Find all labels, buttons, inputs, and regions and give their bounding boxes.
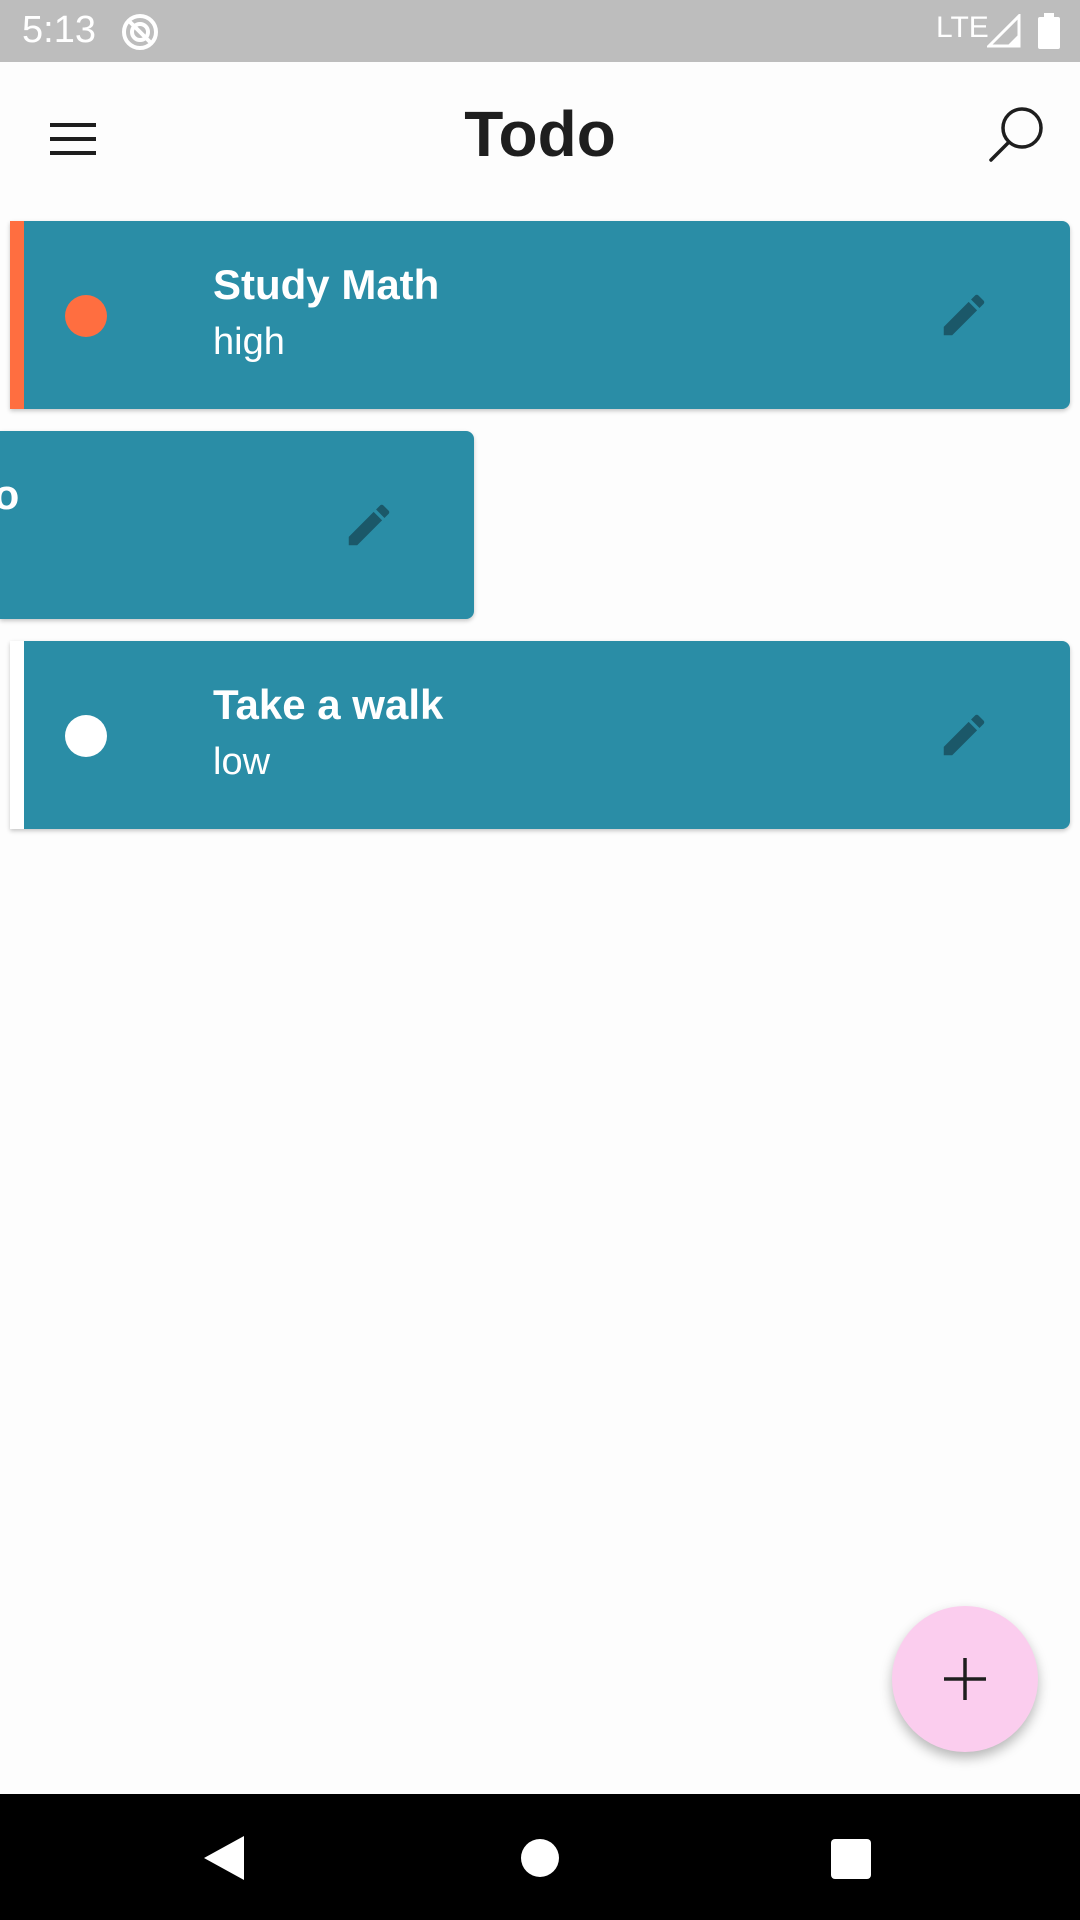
search-icon[interactable] xyxy=(982,102,1048,168)
sync-icon xyxy=(122,14,158,50)
page-title: Todo xyxy=(464,98,616,170)
navigation-bar xyxy=(0,1794,1080,1920)
todo-item[interactable]: io xyxy=(0,431,474,619)
home-icon[interactable] xyxy=(521,1839,559,1877)
priority-dot xyxy=(65,715,107,757)
status-bar: 5:13 LTE xyxy=(0,0,1080,62)
add-todo-button[interactable] xyxy=(892,1606,1038,1752)
edit-icon[interactable] xyxy=(937,708,991,762)
network-type: LTE xyxy=(936,11,989,44)
signal-icon xyxy=(987,14,1021,48)
todo-item[interactable]: Study Math high xyxy=(10,221,1070,409)
edit-icon[interactable] xyxy=(342,498,396,552)
back-icon[interactable] xyxy=(204,1836,246,1880)
battery-icon xyxy=(1038,13,1060,49)
app-bar: Todo xyxy=(0,62,1080,210)
edit-icon[interactable] xyxy=(937,288,991,342)
recents-icon[interactable] xyxy=(831,1839,871,1879)
todo-title: Take a walk xyxy=(213,681,444,728)
todo-priority-label: high xyxy=(213,321,285,363)
status-time: 5:13 xyxy=(22,9,96,51)
plus-icon xyxy=(944,1658,986,1700)
todo-priority-label: low xyxy=(213,741,271,783)
priority-strip xyxy=(10,641,24,829)
priority-strip xyxy=(10,221,24,409)
todo-item[interactable]: Take a walk low xyxy=(10,641,1070,829)
todo-title: Study Math xyxy=(213,261,440,308)
priority-dot xyxy=(65,295,107,337)
todo-title: io xyxy=(0,471,20,518)
